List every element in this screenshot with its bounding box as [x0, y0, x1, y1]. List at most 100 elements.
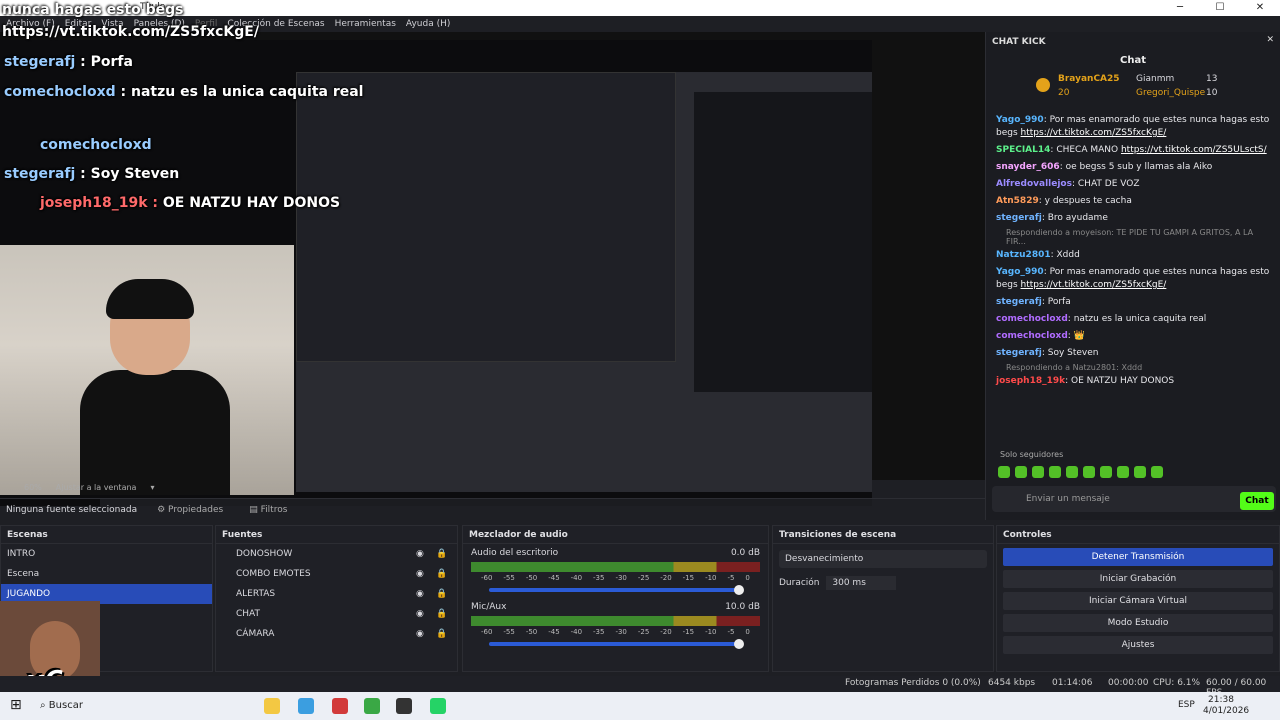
duration-input[interactable]: 300 ms — [826, 576, 896, 590]
chat-username[interactable]: stegerafj — [996, 213, 1042, 223]
chevron-down-icon[interactable]: ▾ — [150, 483, 154, 492]
eye-icon[interactable]: ◉ — [416, 624, 424, 644]
chat-username[interactable]: comechocloxd — [996, 314, 1068, 324]
chrome-icon[interactable] — [364, 698, 380, 714]
dropped-frames: Fotogramas Perdidos 0 (0.0%) — [845, 678, 981, 688]
audio-meter — [471, 616, 760, 626]
properties-button[interactable]: ⚙ Propiedades — [151, 503, 229, 517]
lock-icon[interactable]: 🔒 — [436, 564, 447, 584]
windows-start-icon[interactable]: ⊞ — [10, 697, 22, 713]
live-time: 01:14:06 — [1052, 678, 1093, 688]
emote-icon[interactable] — [1117, 466, 1129, 478]
clock-date[interactable]: 4/01/2026 — [1203, 706, 1249, 716]
gear-icon: ⚙ — [157, 504, 166, 515]
emote-icon[interactable] — [1049, 466, 1061, 478]
chat-message[interactable]: stegerafj: Soy Steven — [986, 345, 1280, 362]
source-item[interactable]: CHAT ◉ 🔒 — [216, 604, 457, 624]
source-item[interactable]: CÁMARA ◉ 🔒 — [216, 624, 457, 644]
chat-username[interactable]: snayder_606 — [996, 162, 1060, 172]
chat-message[interactable]: joseph18_19k: OE NATZU HAY DONOS — [986, 373, 1280, 390]
folder-icon[interactable] — [264, 698, 280, 714]
emote-icon[interactable] — [998, 466, 1010, 478]
volume-slider[interactable] — [489, 585, 744, 595]
chat-username[interactable]: Yago_990 — [996, 267, 1044, 277]
chat-username[interactable]: joseph18_19k — [996, 376, 1065, 386]
whatsapp-icon[interactable] — [430, 698, 446, 714]
app-icon[interactable] — [298, 698, 314, 714]
obs-icon[interactable] — [396, 698, 412, 714]
chat-username[interactable]: Atn5829 — [996, 196, 1039, 206]
studio-mode-button[interactable]: Modo Estudio — [1003, 614, 1273, 632]
chat-message[interactable]: stegerafj: Porfa — [986, 294, 1280, 311]
chat-message[interactable]: SPECIAL14: CHECA MANO https://vt.tiktok.… — [986, 142, 1280, 159]
chat-message-list[interactable]: Yago_990: Por mas enamorado que estes nu… — [986, 112, 1280, 444]
scene-item[interactable]: Escena — [1, 564, 212, 584]
lock-icon[interactable]: 🔒 — [436, 624, 447, 644]
chat-username[interactable]: stegerafj — [996, 297, 1042, 307]
menu-ayuda[interactable]: Ayuda (H) — [406, 19, 450, 29]
eye-icon[interactable]: ◉ — [416, 564, 424, 584]
chat-message[interactable]: comechocloxd: natzu es la unica caquita … — [986, 311, 1280, 328]
close-icon[interactable]: ✕ — [1266, 35, 1274, 45]
emote-icon[interactable] — [1032, 466, 1044, 478]
chat-username[interactable]: Yago_990 — [996, 115, 1044, 125]
chat-message[interactable]: snayder_606: oe begss 5 sub y llamas ala… — [986, 159, 1280, 176]
source-item[interactable]: COMBO EMOTES ◉ 🔒 — [216, 564, 457, 584]
chat-message[interactable]: Yago_990: Por mas enamorado que estes nu… — [986, 112, 1280, 142]
taskbar-search[interactable]: ⌕ Buscar — [40, 700, 83, 711]
start-recording-button[interactable]: Iniciar Grabación — [1003, 570, 1273, 588]
chat-link[interactable]: https://vt.tiktok.com/ZS5ULsctS/ — [1121, 145, 1267, 155]
eye-icon[interactable]: ◉ — [416, 604, 424, 624]
start-virtual-camera-button[interactable]: Iniciar Cámara Virtual — [1003, 592, 1273, 610]
settings-button[interactable]: Ajustes — [1003, 636, 1273, 654]
emote-icon[interactable] — [1015, 466, 1027, 478]
emote-icon[interactable] — [1134, 466, 1146, 478]
volume-slider[interactable] — [489, 639, 744, 649]
lock-icon[interactable]: 🔒 — [436, 584, 447, 604]
chat-username[interactable]: stegerafj — [996, 348, 1042, 358]
chat-message[interactable]: Alfredovallejos: CHAT DE VOZ — [986, 176, 1280, 193]
transition-select[interactable]: Desvanecimiento — [779, 550, 987, 568]
emote-icon[interactable] — [1083, 466, 1095, 478]
app-icon[interactable] — [332, 698, 348, 714]
source-item[interactable]: DONOSHOW ◉ 🔒 — [216, 544, 457, 564]
chat-username[interactable]: comechocloxd — [996, 331, 1068, 341]
filters-button[interactable]: ▤ Filtros — [243, 503, 293, 517]
windows-taskbar: ⊞ ⌕ Buscar ESP 21:38 4/01/2026 — [0, 692, 1280, 720]
lock-icon[interactable]: 🔒 — [436, 544, 447, 564]
clock-time[interactable]: 21:38 — [1208, 695, 1234, 705]
preview-area[interactable]: nunca hagas esto begs https://vt.tiktok.… — [0, 2, 985, 506]
chat-message[interactable]: Atn5829: y despues te cacha — [986, 193, 1280, 210]
chat-message-input[interactable]: Enviar un mensaje — [992, 486, 1276, 512]
no-source-label: Ninguna fuente seleccionada — [6, 504, 138, 515]
emote-icon[interactable] — [1066, 466, 1078, 478]
menu-herramientas[interactable]: Herramientas — [335, 19, 396, 29]
chat-message[interactable]: Natzu2801: Xddd — [986, 247, 1280, 264]
chat-title: Chat — [1120, 55, 1146, 66]
chat-message[interactable]: Yago_990: Por mas enamorado que estes nu… — [986, 264, 1280, 294]
language-indicator[interactable]: ESP — [1178, 700, 1195, 710]
eye-icon[interactable]: ◉ — [416, 544, 424, 564]
zoom-fit[interactable]: Ajustar a la ventana — [56, 483, 137, 492]
chat-message[interactable]: stegerafj: Bro ayudame — [986, 210, 1280, 227]
eye-icon[interactable]: ◉ — [416, 584, 424, 604]
chat-message[interactable]: comechocloxd: 👑 — [986, 328, 1280, 345]
chat-username[interactable]: SPECIAL14 — [996, 145, 1050, 155]
meter-tick-label: -20 — [660, 574, 672, 582]
stop-stream-button[interactable]: Detener Transmisión — [1003, 548, 1273, 566]
emote-icon[interactable] — [1100, 466, 1112, 478]
scene-item[interactable]: INTRO — [1, 544, 212, 564]
minimize-button[interactable]: ─ — [1160, 0, 1200, 16]
zoom-level[interactable]: 60% — [24, 483, 42, 492]
lock-icon[interactable]: 🔒 — [436, 604, 447, 624]
chat-username[interactable]: Alfredovallejos — [996, 179, 1072, 189]
source-item[interactable]: ALERTAS ◉ 🔒 — [216, 584, 457, 604]
chat-link[interactable]: https://vt.tiktok.com/ZS5fxcKgE/ — [1021, 128, 1167, 138]
chat-send-button[interactable]: Chat — [1240, 492, 1274, 510]
maximize-button[interactable]: ☐ — [1200, 0, 1240, 16]
chat-username[interactable]: Natzu2801 — [996, 250, 1051, 260]
close-button[interactable]: ✕ — [1240, 0, 1280, 16]
leader-name: BrayanCA25 — [1058, 74, 1120, 84]
emote-icon[interactable] — [1151, 466, 1163, 478]
chat-link[interactable]: https://vt.tiktok.com/ZS5fxcKgE/ — [1021, 280, 1167, 290]
